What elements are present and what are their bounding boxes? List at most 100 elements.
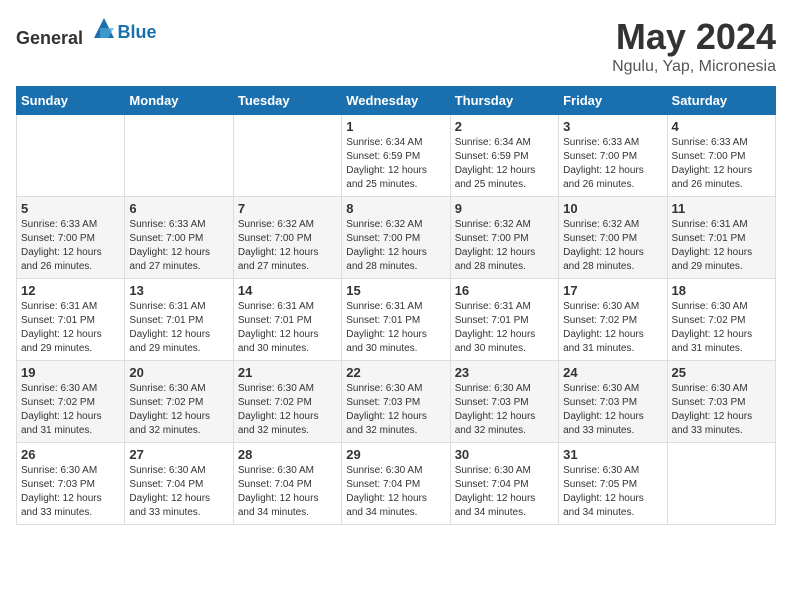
calendar-cell: 29 Sunrise: 6:30 AM Sunset: 7:04 PM Dayli… [342,443,450,525]
calendar-cell [667,443,775,525]
day-number: 29 [346,447,445,462]
calendar-cell: 13 Sunrise: 6:31 AM Sunset: 7:01 PM Dayli… [125,279,233,361]
day-info: Sunrise: 6:31 AM Sunset: 7:01 PM Dayligh… [21,300,120,356]
day-number: 13 [129,283,228,298]
day-number: 5 [21,201,120,216]
day-number: 16 [455,283,554,298]
weekday-header-saturday: Saturday [667,87,775,115]
day-number: 27 [129,447,228,462]
day-number: 10 [563,201,662,216]
calendar-cell: 16 Sunrise: 6:31 AM Sunset: 7:01 PM Dayli… [450,279,558,361]
day-info: Sunrise: 6:31 AM Sunset: 7:01 PM Dayligh… [455,300,554,356]
logo-text-blue: Blue [118,22,157,42]
calendar-cell: 21Sunrise: 6:30 AM Sunset: 7:02 PM Dayli… [233,361,341,443]
calendar-cell: 9Sunrise: 6:32 AM Sunset: 7:00 PM Daylig… [450,197,558,279]
day-info: Sunrise: 6:30 AM Sunset: 7:05 PM Dayligh… [563,464,662,520]
day-info: Sunrise: 6:31 AM Sunset: 7:01 PM Dayligh… [672,218,771,274]
day-number: 20 [129,365,228,380]
day-info: Sunrise: 6:30 AM Sunset: 7:03 PM Dayligh… [346,382,445,438]
day-info: Sunrise: 6:30 AM Sunset: 7:02 PM Dayligh… [21,382,120,438]
day-number: 1 [346,119,445,134]
calendar-cell: 6 Sunrise: 6:33 AM Sunset: 7:00 PM Daylig… [125,197,233,279]
day-number: 23 [455,365,554,380]
day-info: Sunrise: 6:30 AM Sunset: 7:04 PM Dayligh… [238,464,337,520]
day-info: Sunrise: 6:33 AM Sunset: 7:00 PM Dayligh… [672,136,771,192]
day-number: 2 [455,119,554,134]
day-number: 7 [238,201,337,216]
day-info: Sunrise: 6:30 AM Sunset: 7:04 PM Dayligh… [346,464,445,520]
calendar-cell: 14 Sunrise: 6:31 AM Sunset: 7:01 PM Dayli… [233,279,341,361]
calendar-cell: 28 Sunrise: 6:30 AM Sunset: 7:04 PM Dayli… [233,443,341,525]
calendar-cell: 4 Sunrise: 6:33 AM Sunset: 7:00 PM Daylig… [667,115,775,197]
calendar-cell: 27 Sunrise: 6:30 AM Sunset: 7:04 PM Dayli… [125,443,233,525]
calendar-cell: 1 Sunrise: 6:34 AM Sunset: 6:59 PM Daylig… [342,115,450,197]
weekday-header-thursday: Thursday [450,87,558,115]
day-number: 25 [672,365,771,380]
calendar-cell: 17 Sunrise: 6:30 AM Sunset: 7:02 PM Dayli… [559,279,667,361]
day-info: Sunrise: 6:30 AM Sunset: 7:04 PM Dayligh… [455,464,554,520]
calendar-cell [233,115,341,197]
day-info: Sunrise: 6:30 AM Sunset: 7:02 PM Dayligh… [563,300,662,356]
day-number: 18 [672,283,771,298]
calendar-cell: 7 Sunrise: 6:32 AM Sunset: 7:00 PM Daylig… [233,197,341,279]
day-number: 15 [346,283,445,298]
calendar-cell [125,115,233,197]
day-number: 17 [563,283,662,298]
calendar-week-row: 19 Sunrise: 6:30 AM Sunset: 7:02 PM Dayli… [17,361,776,443]
day-info: Sunrise: 6:32 AM Sunset: 7:00 PM Dayligh… [346,218,445,274]
day-number: 24 [563,365,662,380]
day-info: Sunrise: 6:30 AM Sunset: 7:03 PM Dayligh… [563,382,662,438]
day-info: Sunrise: 6:31 AM Sunset: 7:01 PM Dayligh… [129,300,228,356]
day-info: Sunrise: 6:30 AM Sunset: 7:04 PM Dayligh… [129,464,228,520]
day-number: 30 [455,447,554,462]
day-number: 4 [672,119,771,134]
weekday-header-sunday: Sunday [17,87,125,115]
calendar-cell: 23Sunrise: 6:30 AM Sunset: 7:03 PM Dayli… [450,361,558,443]
title-block: May 2024 Ngulu, Yap, Micronesia [612,16,776,76]
day-number: 6 [129,201,228,216]
day-info: Sunrise: 6:32 AM Sunset: 7:00 PM Dayligh… [238,218,337,274]
calendar-week-row: 1 Sunrise: 6:34 AM Sunset: 6:59 PM Daylig… [17,115,776,197]
day-number: 31 [563,447,662,462]
logo-icon [90,14,118,42]
day-number: 8 [346,201,445,216]
weekday-header-monday: Monday [125,87,233,115]
calendar-cell: 18 Sunrise: 6:30 AM Sunset: 7:02 PM Dayli… [667,279,775,361]
day-info: Sunrise: 6:32 AM Sunset: 7:00 PM Dayligh… [563,218,662,274]
month-title: May 2024 [612,16,776,58]
day-number: 28 [238,447,337,462]
day-number: 19 [21,365,120,380]
calendar-cell: 8 Sunrise: 6:32 AM Sunset: 7:00 PM Daylig… [342,197,450,279]
calendar-cell: 24 Sunrise: 6:30 AM Sunset: 7:03 PM Dayli… [559,361,667,443]
day-number: 14 [238,283,337,298]
calendar-cell [17,115,125,197]
calendar-cell: 15Sunrise: 6:31 AM Sunset: 7:01 PM Dayli… [342,279,450,361]
day-info: Sunrise: 6:34 AM Sunset: 6:59 PM Dayligh… [455,136,554,192]
weekday-header-wednesday: Wednesday [342,87,450,115]
day-number: 3 [563,119,662,134]
calendar-cell: 2 Sunrise: 6:34 AM Sunset: 6:59 PM Daylig… [450,115,558,197]
calendar-cell: 5 Sunrise: 6:33 AM Sunset: 7:00 PM Daylig… [17,197,125,279]
calendar-cell: 25Sunrise: 6:30 AM Sunset: 7:03 PM Dayli… [667,361,775,443]
calendar-cell: 20Sunrise: 6:30 AM Sunset: 7:02 PM Dayli… [125,361,233,443]
day-info: Sunrise: 6:33 AM Sunset: 7:00 PM Dayligh… [563,136,662,192]
day-number: 11 [672,201,771,216]
day-info: Sunrise: 6:30 AM Sunset: 7:02 PM Dayligh… [672,300,771,356]
calendar-week-row: 26 Sunrise: 6:30 AM Sunset: 7:03 PM Dayli… [17,443,776,525]
calendar-cell: 26 Sunrise: 6:30 AM Sunset: 7:03 PM Dayli… [17,443,125,525]
day-number: 21 [238,365,337,380]
calendar-cell: 30 Sunrise: 6:30 AM Sunset: 7:04 PM Dayli… [450,443,558,525]
day-number: 26 [21,447,120,462]
day-info: Sunrise: 6:31 AM Sunset: 7:01 PM Dayligh… [238,300,337,356]
calendar-cell: 31 Sunrise: 6:30 AM Sunset: 7:05 PM Dayli… [559,443,667,525]
logo: General Blue [16,16,157,49]
location-title: Ngulu, Yap, Micronesia [612,58,776,76]
calendar-cell: 10 Sunrise: 6:32 AM Sunset: 7:00 PM Dayli… [559,197,667,279]
day-info: Sunrise: 6:33 AM Sunset: 7:00 PM Dayligh… [129,218,228,274]
calendar-cell: 12Sunrise: 6:31 AM Sunset: 7:01 PM Dayli… [17,279,125,361]
day-number: 9 [455,201,554,216]
calendar-week-row: 12Sunrise: 6:31 AM Sunset: 7:01 PM Dayli… [17,279,776,361]
day-info: Sunrise: 6:33 AM Sunset: 7:00 PM Dayligh… [21,218,120,274]
day-info: Sunrise: 6:30 AM Sunset: 7:03 PM Dayligh… [21,464,120,520]
day-info: Sunrise: 6:34 AM Sunset: 6:59 PM Dayligh… [346,136,445,192]
